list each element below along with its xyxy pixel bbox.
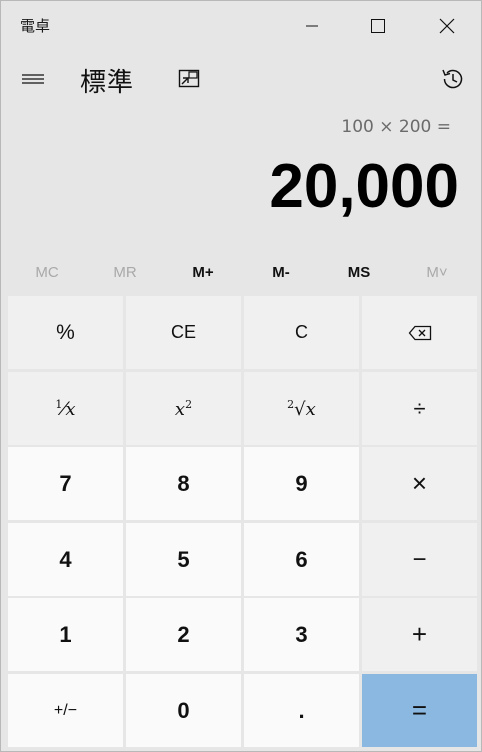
digit-5-button[interactable]: 5: [126, 523, 241, 596]
digit-0-label: 0: [177, 697, 190, 723]
digit-1-button[interactable]: 1: [8, 598, 123, 671]
backspace-icon: [408, 325, 431, 340]
digit-7-button[interactable]: 7: [8, 447, 123, 520]
close-button[interactable]: [413, 1, 481, 51]
maximize-button[interactable]: [344, 1, 412, 51]
clear-entry-button[interactable]: CE: [126, 296, 241, 369]
digit-7-label: 7: [59, 470, 72, 496]
clear-label: C: [295, 322, 308, 342]
divide-button[interactable]: ÷: [362, 372, 477, 445]
square-button[interactable]: x2: [126, 372, 241, 445]
history-button[interactable]: [431, 57, 475, 101]
history-icon: [442, 69, 463, 89]
expression-display: 100 × 200 =: [341, 117, 451, 137]
backspace-button[interactable]: [362, 296, 477, 369]
digit-8-button[interactable]: 8: [126, 447, 241, 520]
digit-9-label: 9: [295, 470, 308, 496]
digit-2-label: 2: [177, 621, 190, 647]
memory-row: MC MR M+ M- MS M˅: [8, 254, 476, 290]
equals-label: =: [411, 695, 428, 725]
hamburger-icon: [22, 74, 44, 84]
clear-entry-label: CE: [170, 322, 196, 342]
subtract-button[interactable]: −: [362, 523, 477, 596]
decimal-label: .: [298, 697, 305, 723]
digit-9-button[interactable]: 9: [244, 447, 359, 520]
memory-add-button[interactable]: M+: [164, 254, 242, 290]
close-icon: [439, 18, 455, 34]
app-title: 電卓: [20, 17, 51, 35]
digit-6-label: 6: [295, 546, 308, 572]
digit-5-label: 5: [177, 546, 190, 572]
square-label: x2: [174, 397, 193, 420]
memory-store-button[interactable]: MS: [320, 254, 398, 290]
keypad: % CE C 1⁄x x2 2√x ÷ 7 8 9 × 4 5 6 − 1 2 …: [8, 296, 477, 748]
keep-on-top-icon: [178, 69, 200, 88]
title-bar: 電卓: [1, 1, 482, 51]
digit-8-label: 8: [177, 470, 190, 496]
memory-list-button[interactable]: M˅: [398, 254, 476, 290]
digit-3-button[interactable]: 3: [244, 598, 359, 671]
negate-label: +/−: [53, 701, 78, 719]
digit-6-button[interactable]: 6: [244, 523, 359, 596]
memory-recall-button[interactable]: MR: [86, 254, 164, 290]
digit-4-label: 4: [59, 546, 72, 572]
percent-button[interactable]: %: [8, 296, 123, 369]
calculator-window: 電卓 標準 100 × 200 = 20,000 MC MR M+ M- MS …: [0, 0, 482, 752]
negate-button[interactable]: +/−: [8, 674, 123, 747]
multiply-label: ×: [411, 468, 428, 498]
subtract-label: −: [412, 545, 427, 573]
maximize-icon: [371, 19, 385, 33]
digit-0-button[interactable]: 0: [126, 674, 241, 747]
digit-2-button[interactable]: 2: [126, 598, 241, 671]
divide-label: ÷: [413, 395, 426, 421]
reciprocal-label: 1⁄x: [55, 397, 76, 420]
square-root-button[interactable]: 2√x: [244, 372, 359, 445]
digit-4-button[interactable]: 4: [8, 523, 123, 596]
result-display: 20,000: [269, 152, 459, 221]
navigation-menu-button[interactable]: [11, 57, 55, 101]
reciprocal-button[interactable]: 1⁄x: [8, 372, 123, 445]
add-label: +: [411, 619, 428, 649]
memory-subtract-button[interactable]: M-: [242, 254, 320, 290]
mode-title: 標準: [80, 68, 135, 98]
multiply-button[interactable]: ×: [362, 447, 477, 520]
square-root-label: 2√x: [287, 397, 316, 420]
digit-1-label: 1: [59, 621, 72, 647]
percent-label: %: [56, 320, 75, 344]
header: 標準: [1, 53, 482, 105]
minimize-icon: [306, 25, 318, 27]
clear-button[interactable]: C: [244, 296, 359, 369]
digit-3-label: 3: [295, 621, 308, 647]
add-button[interactable]: +: [362, 598, 477, 671]
equals-button[interactable]: =: [362, 674, 477, 747]
memory-clear-button[interactable]: MC: [8, 254, 86, 290]
minimize-button[interactable]: [278, 1, 346, 51]
decimal-button[interactable]: .: [244, 674, 359, 747]
keep-on-top-button[interactable]: [169, 59, 209, 99]
